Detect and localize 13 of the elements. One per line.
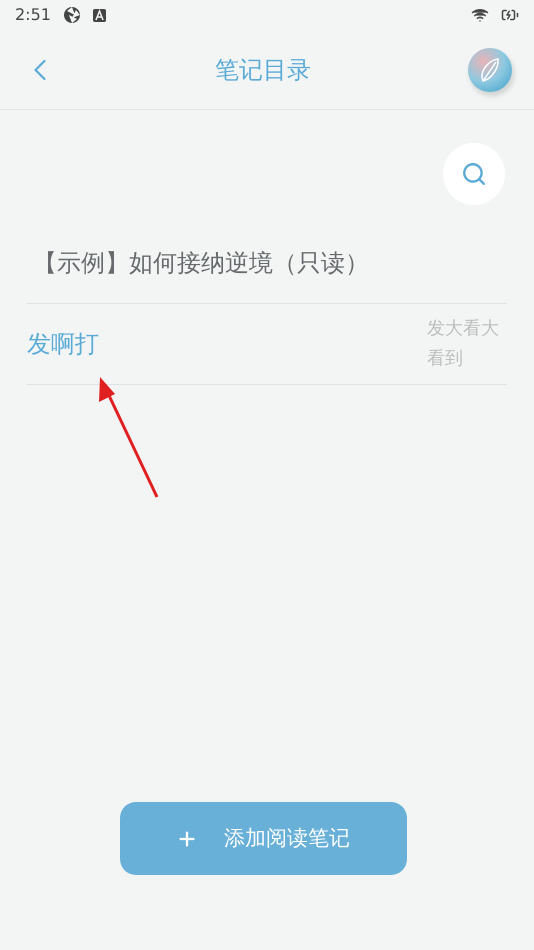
note-title: 发啊打 bbox=[27, 329, 99, 360]
aperture-icon bbox=[62, 6, 81, 24]
note-excerpt: 发大看大看到 bbox=[427, 317, 500, 371]
search-icon bbox=[461, 161, 487, 187]
book-title: 【示例】如何接纳逆境（只读） bbox=[32, 249, 369, 277]
status-time: 2:51 bbox=[15, 4, 51, 26]
add-note-button[interactable]: 添加阅读笔记 bbox=[120, 802, 406, 875]
page-title: 笔记目录 bbox=[215, 54, 311, 86]
wifi-icon bbox=[471, 6, 489, 24]
leaf-icon bbox=[479, 56, 501, 82]
notification-icon bbox=[92, 8, 106, 22]
leaf-avatar-button[interactable] bbox=[468, 48, 512, 92]
note-row[interactable]: 发啊打 发大看大看到 bbox=[27, 304, 507, 385]
